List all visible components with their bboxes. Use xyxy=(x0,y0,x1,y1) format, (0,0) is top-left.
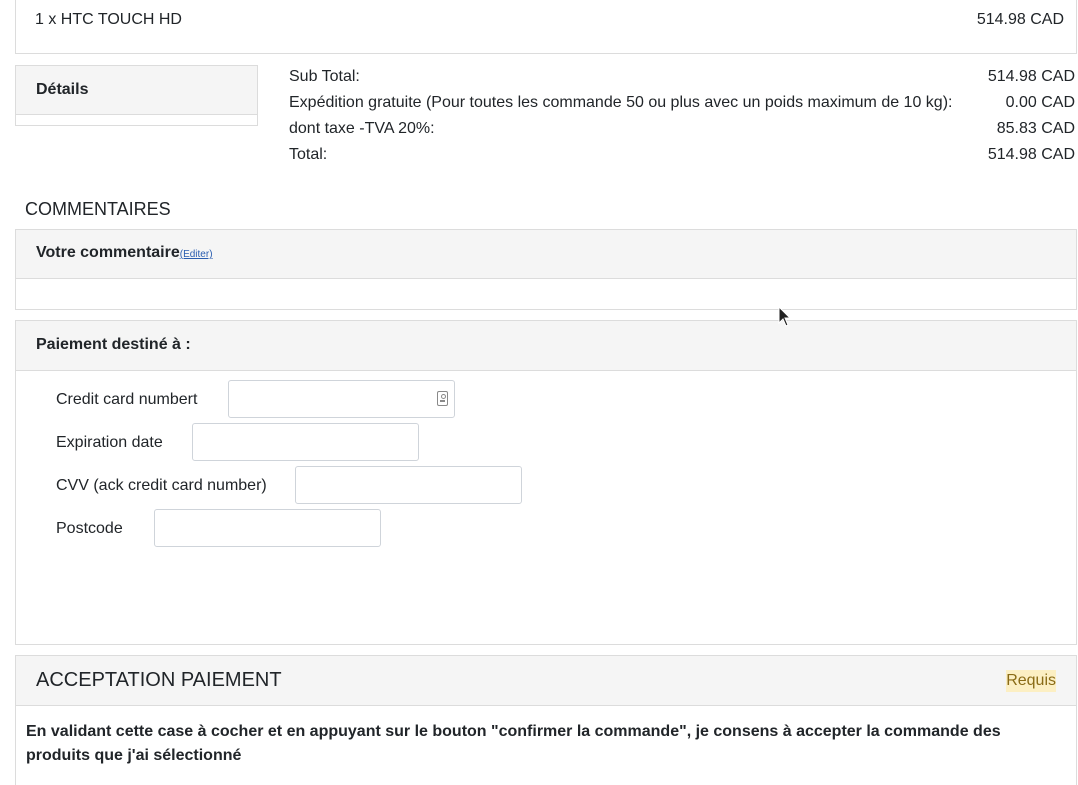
total-value: 514.98 CAD xyxy=(987,146,1075,163)
card-number-label: Credit card numbert xyxy=(56,391,198,408)
comment-panel-header: Votre commentaire(Editer) xyxy=(16,230,1076,279)
sub-total-value: 514.98 CAD xyxy=(987,68,1075,85)
acceptance-panel-header: ACCEPTATION PAIEMENT Requis xyxy=(16,656,1076,706)
contact-card-icon xyxy=(437,391,448,406)
comment-panel-title: Votre commentaire xyxy=(36,244,180,261)
cvv-input[interactable] xyxy=(295,466,522,504)
tax-value: 85.83 CAD xyxy=(996,120,1075,137)
comment-panel: Votre commentaire(Editer) xyxy=(15,229,1077,310)
card-number-input[interactable] xyxy=(228,380,455,418)
comments-section-title: COMMENTAIRES xyxy=(25,199,171,219)
shipping-label: Expédition gratuite (Pour toutes les com… xyxy=(289,94,953,111)
tax-label: dont taxe -TVA 20%: xyxy=(289,120,435,137)
sub-total-label: Sub Total: xyxy=(289,68,360,85)
details-tab[interactable]: Détails xyxy=(16,66,257,115)
postcode-label: Postcode xyxy=(56,520,123,537)
cvv-label: CVV (ack credit card number) xyxy=(56,477,267,494)
details-tab-label: Détails xyxy=(36,81,89,98)
acceptance-title: ACCEPTATION PAIEMENT xyxy=(36,669,282,691)
product-line-panel: 1 x HTC TOUCH HD 514.98 CAD xyxy=(15,0,1077,54)
expiration-date-input[interactable] xyxy=(192,423,419,461)
postcode-input[interactable] xyxy=(154,509,381,547)
payment-panel-title: Paiement destiné à : xyxy=(36,336,191,353)
edit-comment-link[interactable]: (Editer) xyxy=(180,249,213,260)
expiration-date-label: Expiration date xyxy=(56,434,163,451)
required-badge: Requis xyxy=(1006,670,1056,692)
payment-panel-header: Paiement destiné à : xyxy=(16,321,1076,371)
product-line-item: 1 x HTC TOUCH HD xyxy=(35,11,182,28)
product-line-price: 514.98 CAD xyxy=(976,11,1064,28)
acceptance-text: En validant cette case à cocher et en ap… xyxy=(26,723,1001,764)
shipping-value: 0.00 CAD xyxy=(1005,94,1075,111)
mouse-pointer-icon xyxy=(778,306,792,327)
details-tab-panel: Détails xyxy=(15,65,258,126)
total-label: Total: xyxy=(289,146,328,163)
